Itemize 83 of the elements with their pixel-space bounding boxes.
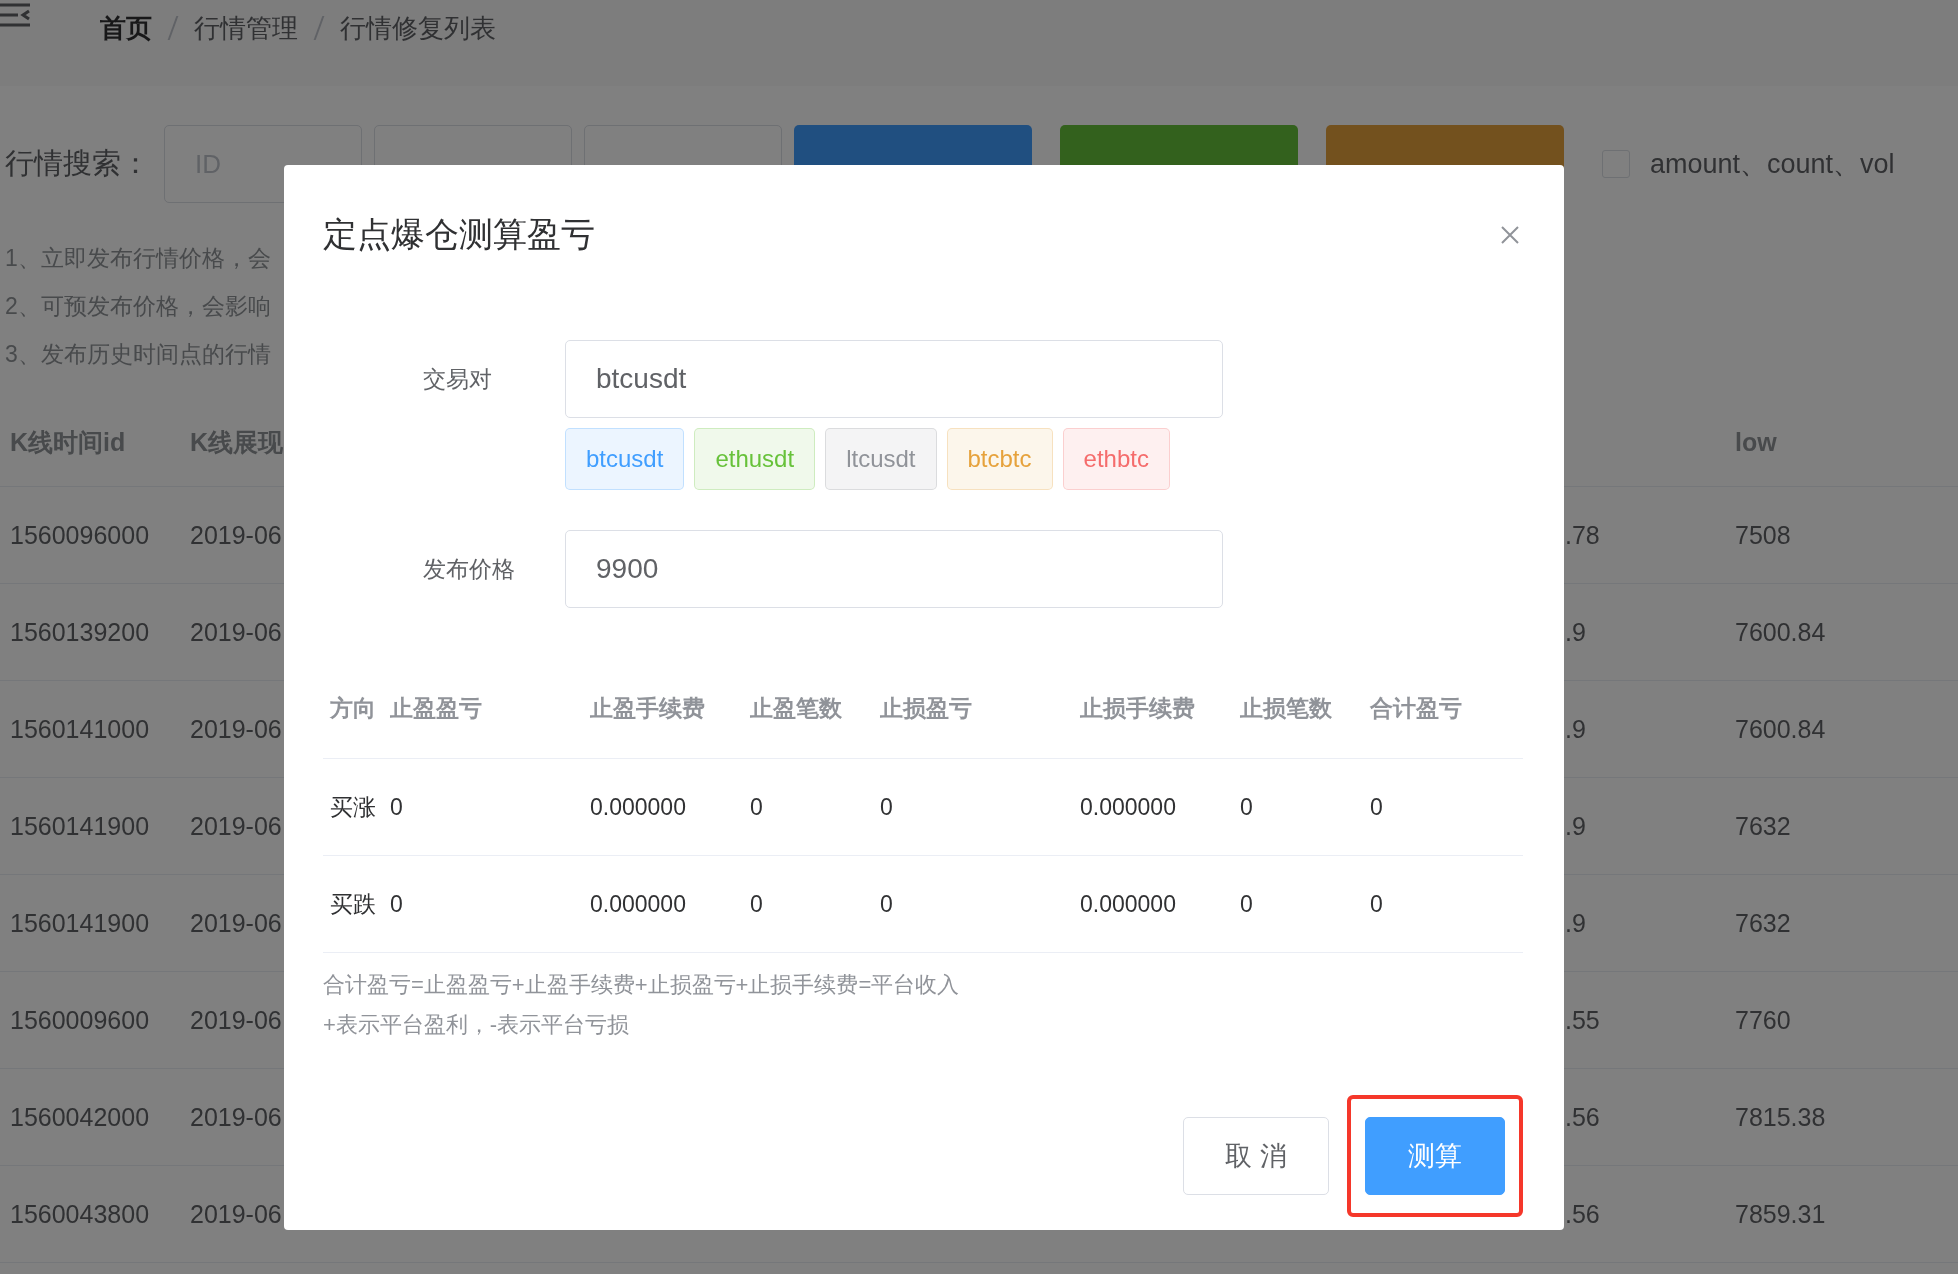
column-header: 止盈手续费 [589, 693, 705, 723]
dialog-title: 定点爆仓测算盈亏 [323, 214, 595, 255]
table-cell-text: 2019-06 [189, 1199, 282, 1229]
table-cell-text: 1560042000 [9, 1102, 150, 1132]
note-text: +表示平台盈利，-表示平台亏损 [323, 1011, 631, 1039]
table-cell-text: 0 [749, 890, 763, 918]
table-cell-text: 0 [879, 793, 893, 821]
input-field[interactable]: 9900 [565, 530, 1223, 608]
tag[interactable]: btcbtc [946, 428, 1053, 490]
table-cell-text: 买涨 [329, 792, 376, 822]
tag[interactable]: btcusdt [565, 428, 685, 490]
close-icon[interactable] [1500, 225, 1520, 245]
table-cell-text: 0 [389, 890, 403, 918]
table-cell-text: 0 [749, 793, 763, 821]
breadcrumb-item[interactable]: 首页 [100, 10, 152, 46]
table-cell-text: 7815.38 [1734, 1102, 1826, 1132]
input-field[interactable]: btcusdt [565, 340, 1223, 418]
table-cell-text: 0 [1239, 793, 1253, 821]
table-cell-text: 2019-06 [189, 811, 282, 841]
table-cell-text: 7760 [1734, 1005, 1791, 1035]
table-cell-text: 2019-06 [189, 520, 282, 550]
tag[interactable]: ltcusdt [825, 428, 937, 490]
column-header: low [1734, 427, 1777, 457]
table-cell-text: 1560139200 [9, 617, 150, 647]
table-cell-text: 7600.84 [1734, 617, 1826, 647]
table-cell-text: 1560141900 [9, 811, 150, 841]
table-cell-text: .56 [1564, 1102, 1600, 1132]
cancel-button[interactable]: 取 消 [1183, 1117, 1329, 1195]
column-header: 方向 [329, 693, 376, 723]
table-cell-text: 2019-06 [189, 1102, 282, 1132]
field-label: 交易对 [422, 365, 493, 394]
table-cell-text: 1560009600 [9, 1005, 150, 1035]
table-cell-text: 0.000000 [1079, 890, 1176, 918]
table-cell-text: 买跌 [329, 889, 376, 919]
menu-icon[interactable] [0, 2, 30, 28]
column-header: 合计盈亏 [1369, 693, 1462, 723]
table-cell-text: .56 [1564, 1199, 1600, 1229]
tag[interactable]: ethbtc [1062, 428, 1170, 490]
table-cell-text: 7600.84 [1734, 714, 1826, 744]
table-cell-text: 7508 [1734, 520, 1791, 550]
table-cell-text: 1560043800 [9, 1199, 150, 1229]
table-cell-text: 2019-06 [189, 908, 282, 938]
column-header: K线展现 [189, 426, 284, 458]
table-cell-text: .78 [1564, 520, 1600, 550]
table-cell-text: 7859.31 [1734, 1199, 1826, 1229]
table-cell-text: .9 [1564, 811, 1586, 841]
note-text: 1、立即发布行情价格，会 [4, 244, 271, 273]
table-cell-text: 0.000000 [589, 890, 686, 918]
column-header: 止盈笔数 [749, 693, 842, 723]
table-cell-text: .9 [1564, 617, 1586, 647]
search-label: 行情搜索： [5, 146, 150, 181]
table-cell-text: 1560141900 [9, 908, 150, 938]
note-text: 合计盈亏=止盈盈亏+止盈手续费+止损盈亏+止损手续费=平台收入 [323, 971, 961, 999]
table-cell-text: 0 [389, 793, 403, 821]
table-cell-text: 7632 [1734, 811, 1791, 841]
table-cell-text: 0 [879, 890, 893, 918]
field-label: 发布价格 [422, 555, 516, 584]
calculate-button[interactable]: 测算 [1365, 1117, 1505, 1195]
table-cell-text: 7632 [1734, 908, 1791, 938]
table-cell-text: 2019-06 [189, 617, 282, 647]
breadcrumb-item[interactable]: 行情管理 [194, 10, 298, 46]
note-text: 2、可预发布价格，会影响 [4, 292, 271, 321]
column-header: 止损手续费 [1079, 693, 1195, 723]
tag[interactable]: ethusdt [694, 428, 816, 490]
table-cell-text: .55 [1564, 1005, 1600, 1035]
table-cell-text: 0 [1369, 793, 1383, 821]
column-header: 止损笔数 [1239, 693, 1332, 723]
table-cell-text: 0 [1239, 890, 1253, 918]
breadcrumb-item[interactable]: 行情修复列表 [340, 10, 496, 46]
table-cell-text: 0.000000 [589, 793, 686, 821]
column-header: 止盈盈亏 [389, 693, 482, 723]
column-header: 止损盈亏 [879, 693, 972, 723]
table-cell-text: .9 [1564, 714, 1586, 744]
column-header: K线时间id [9, 426, 126, 458]
table-cell-text: .9 [1564, 908, 1586, 938]
table-cell-text: 1560096000 [9, 520, 150, 550]
table-cell-text: 2019-06 [189, 1005, 282, 1035]
checkbox-label: amount、count、vol [1650, 148, 1895, 181]
table-cell-text: 1560141000 [9, 714, 150, 744]
table-cell-text: 2019-06 [189, 714, 282, 744]
note-text: 3、发布历史时间点的行情 [4, 340, 271, 369]
table-cell-text: 0.000000 [1079, 793, 1176, 821]
table-cell-text: 0 [1369, 890, 1383, 918]
